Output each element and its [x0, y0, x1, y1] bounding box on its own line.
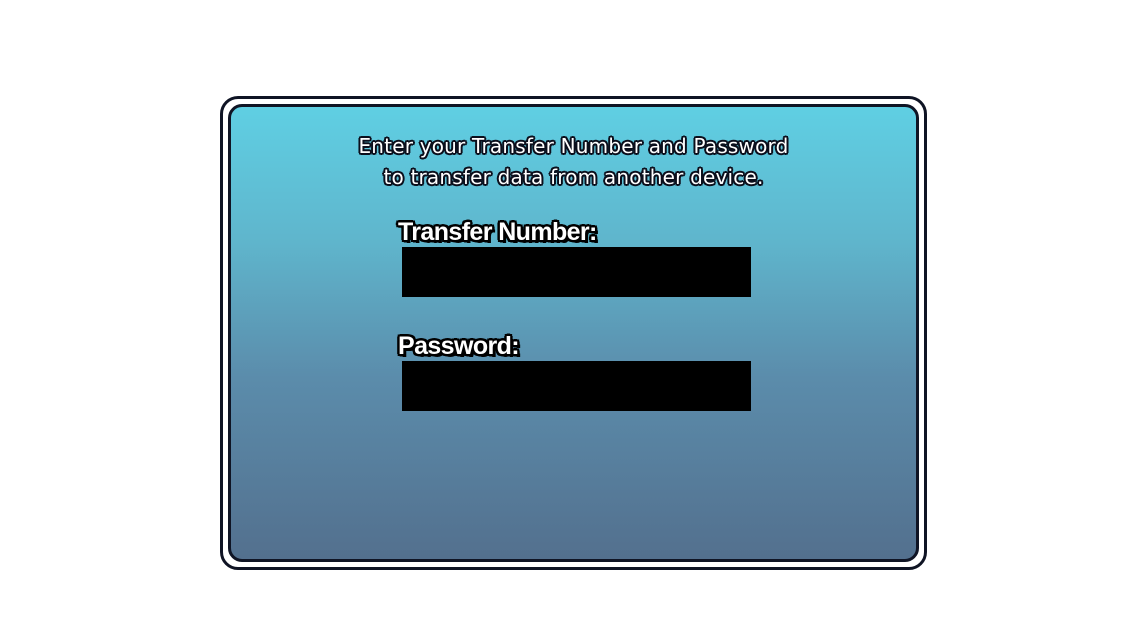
instructions-text: Enter your Transfer Number and Password …	[231, 131, 916, 193]
transfer-number-label: Transfer Number:	[398, 218, 597, 246]
password-input[interactable]	[402, 361, 751, 411]
transfer-dialog-frame: Enter your Transfer Number and Password …	[220, 96, 927, 570]
transfer-number-input[interactable]	[402, 247, 751, 297]
transfer-dialog-panel: Enter your Transfer Number and Password …	[228, 104, 919, 562]
password-label: Password:	[398, 332, 520, 360]
instructions-line-1: Enter your Transfer Number and Password	[358, 134, 789, 158]
instructions-line-2: to transfer data from another device.	[383, 165, 764, 189]
